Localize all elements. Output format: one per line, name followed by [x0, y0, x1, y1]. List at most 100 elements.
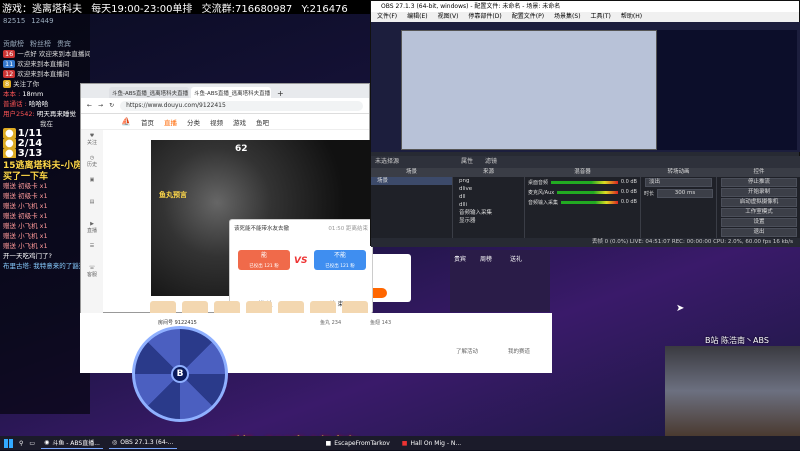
- menu-tools[interactable]: 工具(T): [591, 12, 611, 22]
- source-item[interactable]: dlli: [453, 201, 524, 209]
- browser-tab[interactable]: 斗鱼-ABS直播_逃离塔科夫直播: [109, 87, 189, 98]
- group-label: 交流群:716680987: [201, 4, 293, 14]
- task-view-icon[interactable]: ▭: [29, 440, 35, 447]
- chat-tab[interactable]: 贡献榜: [3, 39, 24, 48]
- vs-label: VS: [294, 256, 308, 266]
- new-tab-icon[interactable]: +: [273, 89, 288, 98]
- widget-label[interactable]: 贵宾: [454, 254, 466, 263]
- virtual-camera-button[interactable]: 启动虚拟摄像机: [721, 198, 797, 207]
- sidebar-item[interactable]: ☰: [81, 240, 103, 262]
- obs-dock-row: 未选择源 属性 滤镜: [371, 156, 800, 168]
- sidebar-service[interactable]: ☏ 客服: [81, 262, 103, 284]
- group2-label: Y:216476: [301, 4, 348, 14]
- sidebar-history[interactable]: ◷ 历史: [81, 152, 103, 174]
- menu-docks[interactable]: 停靠部件(D): [468, 12, 501, 22]
- back-icon[interactable]: ←: [87, 102, 92, 109]
- douyu-logo-icon[interactable]: ⛵: [121, 117, 131, 126]
- stat-1: 82515: [3, 17, 26, 25]
- exit-button[interactable]: 退出: [721, 228, 797, 237]
- nav-live[interactable]: 直播: [164, 117, 177, 127]
- search-icon[interactable]: ⚲: [19, 440, 23, 447]
- menu-file[interactable]: 文件(F): [377, 12, 397, 22]
- chat-line: 用户2542: 明天再来睡觉: [3, 110, 76, 118]
- obs-status-bar: 丢帧 0 (0.0%) LIVE: 04:51:07 REC: 00:00:00…: [371, 238, 800, 247]
- filters-button[interactable]: 滤镜: [485, 156, 497, 168]
- volume-meter[interactable]: [561, 200, 618, 204]
- obs-window: OBS 27.1.3 (64-bit, windows) - 配置文件: 未命名…: [370, 0, 800, 247]
- nav-video[interactable]: 视频: [210, 117, 223, 127]
- chat-tab[interactable]: 贵宾: [57, 39, 71, 48]
- taskbar-item-game[interactable]: ■ EscapeFromTarkov: [323, 437, 393, 449]
- taskbar-item-obs[interactable]: ◎ OBS 27.1.3 (64-...: [108, 437, 177, 449]
- gift-line: 赠送 初级卡 x1: [3, 192, 48, 200]
- menu-help[interactable]: 帮助(H): [621, 12, 642, 22]
- obs-preview[interactable]: [371, 22, 800, 152]
- taskbar-item-browser[interactable]: ◉ 斗鱼 - ABS直播...: [41, 437, 103, 449]
- source-item[interactable]: png: [453, 177, 524, 185]
- browser-tab-active[interactable]: 斗鱼-ABS直播_逃离塔科夫直播: [191, 87, 271, 98]
- stream-topbar: 游戏：逃离塔科夫 每天19:00-23:00单排 交流群:716680987 Y…: [0, 0, 370, 14]
- overlay-line: 15逃离塔科夫-小房: [3, 161, 83, 169]
- transition-select[interactable]: 淡出: [645, 178, 712, 187]
- widget-label[interactable]: 送礼: [510, 254, 522, 263]
- nav-fishbar[interactable]: 鱼吧: [256, 117, 269, 127]
- source-item[interactable]: dll: [453, 193, 524, 201]
- mixer-channel: 麦克风/Aux 0.0 dB: [528, 189, 637, 196]
- sidebar-item[interactable]: ▤: [81, 196, 103, 218]
- chat-line: 开一天吃鸡门了?: [3, 252, 52, 260]
- sidebar-follow[interactable]: ♥ 关注: [81, 130, 103, 152]
- sidebar-item[interactable]: ▣: [81, 174, 103, 196]
- duration-input[interactable]: 300 ms: [657, 188, 713, 198]
- stat-2: 12449: [31, 17, 54, 25]
- overlay-line: 买了一下车: [3, 172, 49, 180]
- widget-label[interactable]: 周榜: [480, 254, 492, 263]
- chat-line: 16 一点好 欢迎来到本直播间: [3, 50, 90, 58]
- schedule-label: 每天19:00-23:00单排: [91, 4, 193, 14]
- taskbar-item-music[interactable]: ■ Hall On Mig - N...: [399, 437, 464, 449]
- streamer-badge: 鱼丸预言: [159, 191, 187, 199]
- settings-button[interactable]: 设置: [721, 218, 797, 227]
- gift-line: 赠送 小飞机 x1: [3, 222, 48, 230]
- nav-category[interactable]: 分类: [187, 117, 200, 127]
- side-widget-panel: 贵宾 周榜 送礼: [450, 250, 550, 312]
- studio-mode-button[interactable]: 工作室模式: [721, 208, 797, 217]
- url-input[interactable]: https://www.douyu.com/9122415: [120, 100, 363, 111]
- volume-meter[interactable]: [551, 180, 618, 184]
- transitions-dock: 转场动画 淡出 时长 300 ms: [641, 168, 717, 238]
- footer-link[interactable]: 了解活动: [456, 347, 478, 355]
- menu-profile[interactable]: 配置文件(P): [512, 12, 544, 22]
- gift-line: 赠送 初级卡 x1: [3, 182, 48, 190]
- menu-view[interactable]: 视图(V): [438, 12, 459, 22]
- vote-no-button[interactable]: 不能 已投出 121 粉: [314, 250, 366, 270]
- source-item[interactable]: 音频输入采集: [453, 209, 524, 217]
- browser-window: 斗鱼-ABS直播_逃离塔科夫直播 斗鱼-ABS直播_逃离塔科夫直播 + ← → …: [80, 83, 411, 314]
- source-item[interactable]: 显示器: [453, 217, 524, 225]
- reload-icon[interactable]: ↻: [109, 102, 114, 109]
- source-item[interactable]: dlive: [453, 185, 524, 193]
- forward-icon[interactable]: →: [98, 102, 103, 109]
- controls-dock: 控件 停止推流 开始录制 启动虚拟摄像机 工作室模式 设置 退出: [717, 168, 800, 238]
- nav-games[interactable]: 游戏: [233, 117, 246, 127]
- desktop: 游戏：逃离塔科夫 每天19:00-23:00单排 交流群:716680987 Y…: [0, 0, 800, 451]
- windows-start-icon[interactable]: [4, 438, 13, 448]
- scene-item[interactable]: 场景: [371, 177, 452, 185]
- menu-edit[interactable]: 编辑(E): [407, 12, 427, 22]
- volume-meter[interactable]: [557, 190, 618, 194]
- properties-button[interactable]: 属性: [461, 156, 473, 168]
- chat-tab[interactable]: 粉丝榜: [30, 39, 51, 48]
- stop-streaming-button[interactable]: 停止推流: [721, 178, 797, 187]
- gift-line: 赠送 小飞机 x1: [3, 232, 48, 240]
- menu-scene-collection[interactable]: 场景集(S): [554, 12, 581, 22]
- room-label: 房间号 9122415: [158, 320, 197, 326]
- no-source-label: 未选择源: [375, 158, 400, 165]
- sources-dock: 来源 png dlive dll dlli 音频输入采集 显示器: [453, 168, 525, 238]
- start-recording-button[interactable]: 开始录制: [721, 188, 797, 197]
- chat-line: 8 关注了你: [3, 80, 40, 88]
- chat-line: 普通话 : 哈哈哈: [3, 100, 49, 108]
- sidebar-live[interactable]: ▶ 直播: [81, 218, 103, 240]
- gift-line: 赠送 小飞机 x1: [3, 202, 48, 210]
- chat-panel: 82515 12449 贡献榜 粉丝榜 贵宾 16 一点好 欢迎来到本直播间 11…: [0, 14, 90, 414]
- nav-home[interactable]: 首页: [141, 117, 154, 127]
- vote-yes-button[interactable]: 能已投出 121 粉: [238, 250, 290, 270]
- footer-link[interactable]: 我的赛道: [508, 347, 530, 355]
